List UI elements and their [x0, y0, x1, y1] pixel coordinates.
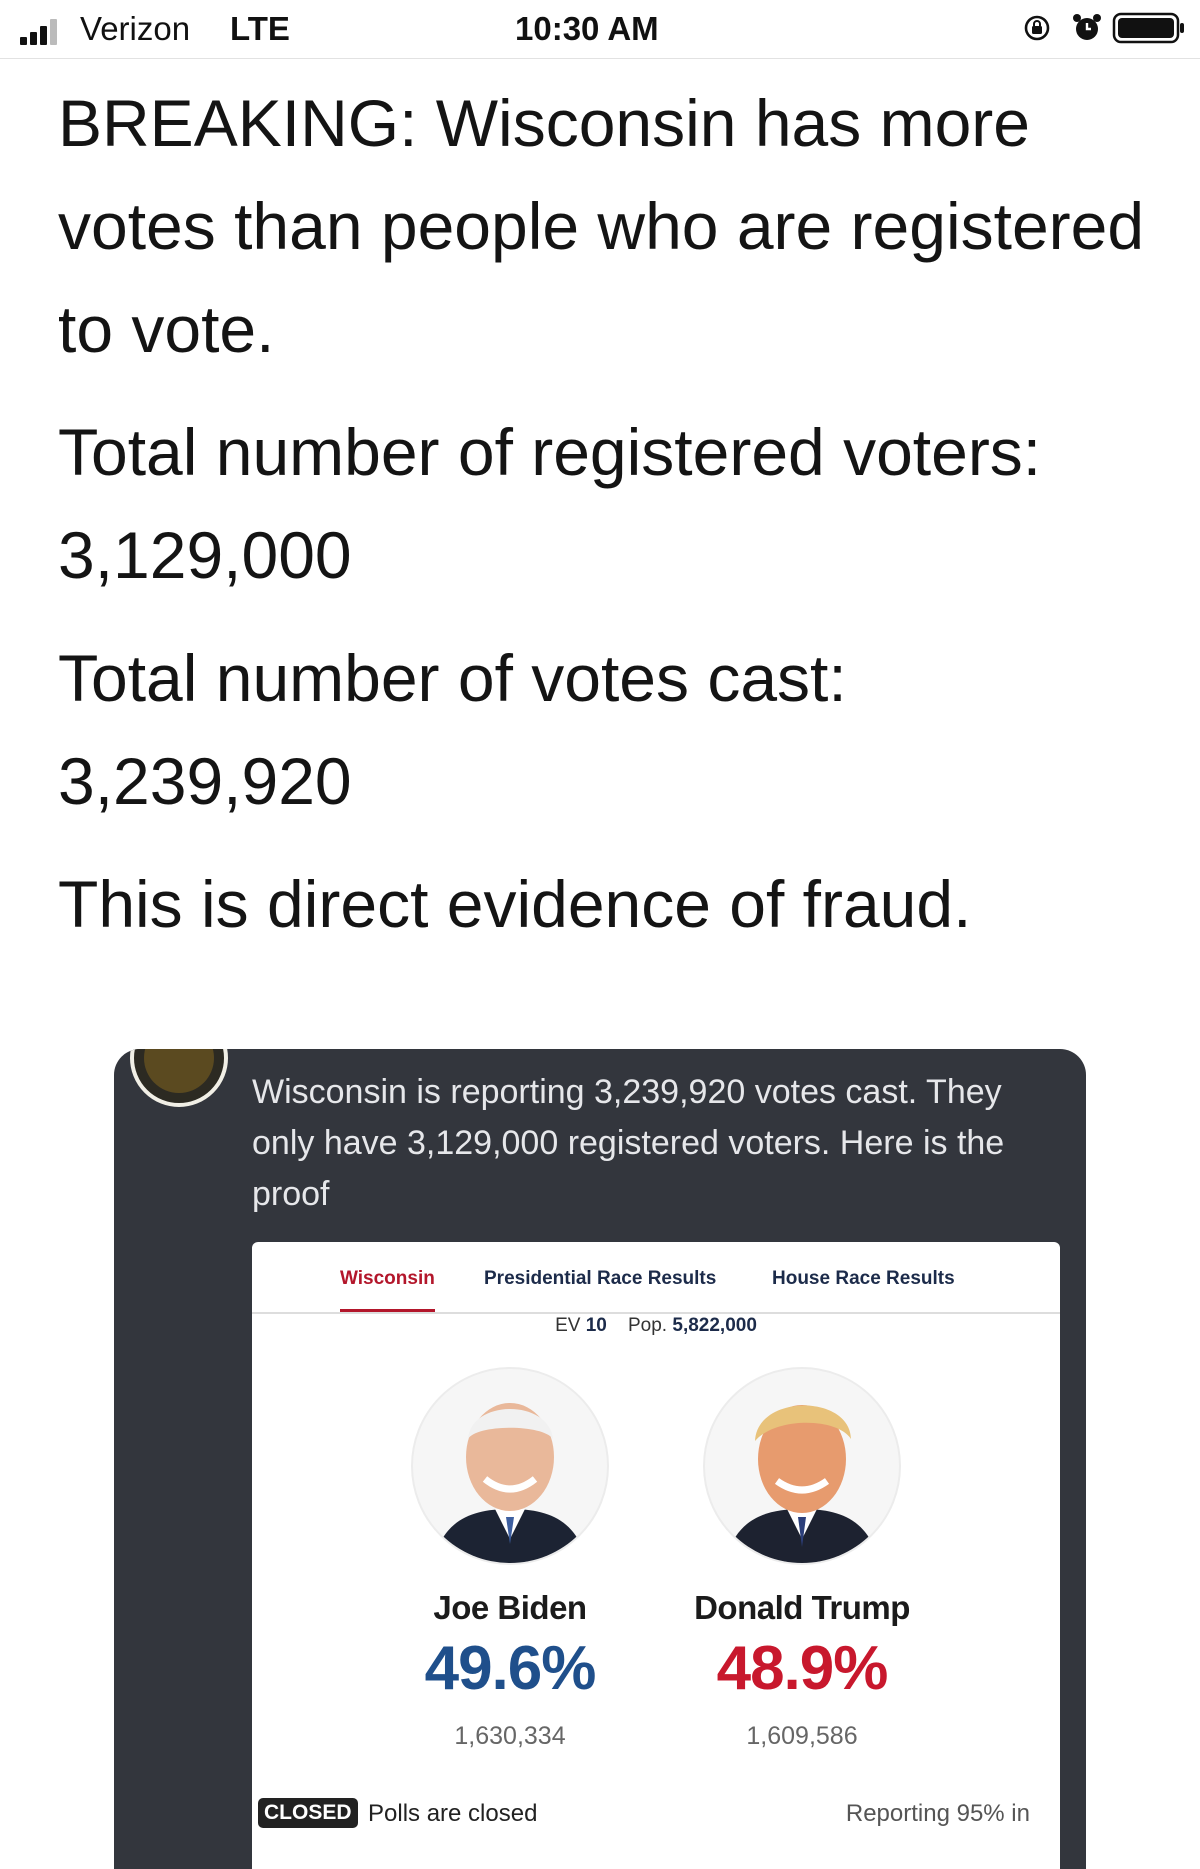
results-tabs: Wisconsin Presidential Race Results Hous…	[252, 1242, 1060, 1314]
candidate-name: Donald Trump	[694, 1589, 910, 1626]
tweet-headline: BREAKING: Wisconsin has more votes than …	[58, 86, 1145, 366]
candidate-name: Joe Biden	[433, 1589, 587, 1626]
votes-cast-value: 3,239,920	[58, 744, 352, 818]
avatar	[130, 1049, 228, 1107]
votes-cast-label: Total number of votes cast:	[58, 641, 847, 715]
tab-presidential-results[interactable]: Presidential Race Results	[484, 1268, 716, 1290]
tab-house-results[interactable]: House Race Results	[772, 1268, 955, 1290]
orientation-lock-icon	[1024, 15, 1050, 41]
tweet-body: BREAKING: Wisconsin has more votes than …	[58, 72, 1168, 956]
reporting-status: Reporting 95% in	[845, 1800, 1030, 1827]
candidate-votes: 1,609,586	[746, 1722, 858, 1750]
candidate-photo	[703, 1367, 901, 1565]
embedded-post-text: Wisconsin is reporting 3,239,920 votes c…	[252, 1073, 1005, 1213]
candidate-photo	[411, 1367, 609, 1565]
candidate-trump: Donald Trump 48.9% 1,609,586	[662, 1367, 942, 1751]
tweet-conclusion: This is direct evidence of fraud.	[58, 867, 972, 941]
pop-value: 5,822,000	[672, 1315, 757, 1336]
candidate-percentage: 49.6%	[424, 1634, 597, 1703]
pop-label: Pop.	[628, 1315, 668, 1336]
status-time: 10:30 AM	[515, 10, 659, 47]
signal-icon	[20, 17, 64, 45]
registered-voters-value: 3,129,000	[58, 518, 352, 592]
candidate-percentage: 48.9%	[716, 1634, 889, 1703]
ev-label: EV	[555, 1315, 581, 1336]
active-tab-underline	[340, 1309, 435, 1312]
candidate-votes: 1,630,334	[454, 1722, 566, 1750]
embedded-post-card: Wisconsin is reporting 3,239,920 votes c…	[114, 1049, 1086, 1869]
status-badge: CLOSED	[258, 1798, 358, 1828]
ev-value: 10	[585, 1315, 607, 1336]
state-info-line: EV 10 Pop. 5,822,000	[252, 1315, 1060, 1337]
status-bar: Verizon LTE 10:30 AM	[0, 0, 1200, 59]
network-type: LTE	[230, 10, 290, 47]
candidate-biden: Joe Biden 49.6% 1,630,334	[370, 1367, 650, 1751]
polls-status-text: Polls are closed	[368, 1800, 538, 1827]
battery-icon	[1112, 12, 1184, 44]
election-results-panel: Wisconsin Presidential Race Results Hous…	[252, 1242, 1060, 1869]
carrier-name: Verizon	[80, 10, 191, 47]
tab-wisconsin[interactable]: Wisconsin	[340, 1268, 435, 1290]
alarm-icon	[1073, 14, 1101, 40]
registered-voters-label: Total number of registered voters:	[58, 415, 1042, 489]
results-footer: CLOSED Polls are closed Reporting 95% in	[252, 1794, 1060, 1834]
